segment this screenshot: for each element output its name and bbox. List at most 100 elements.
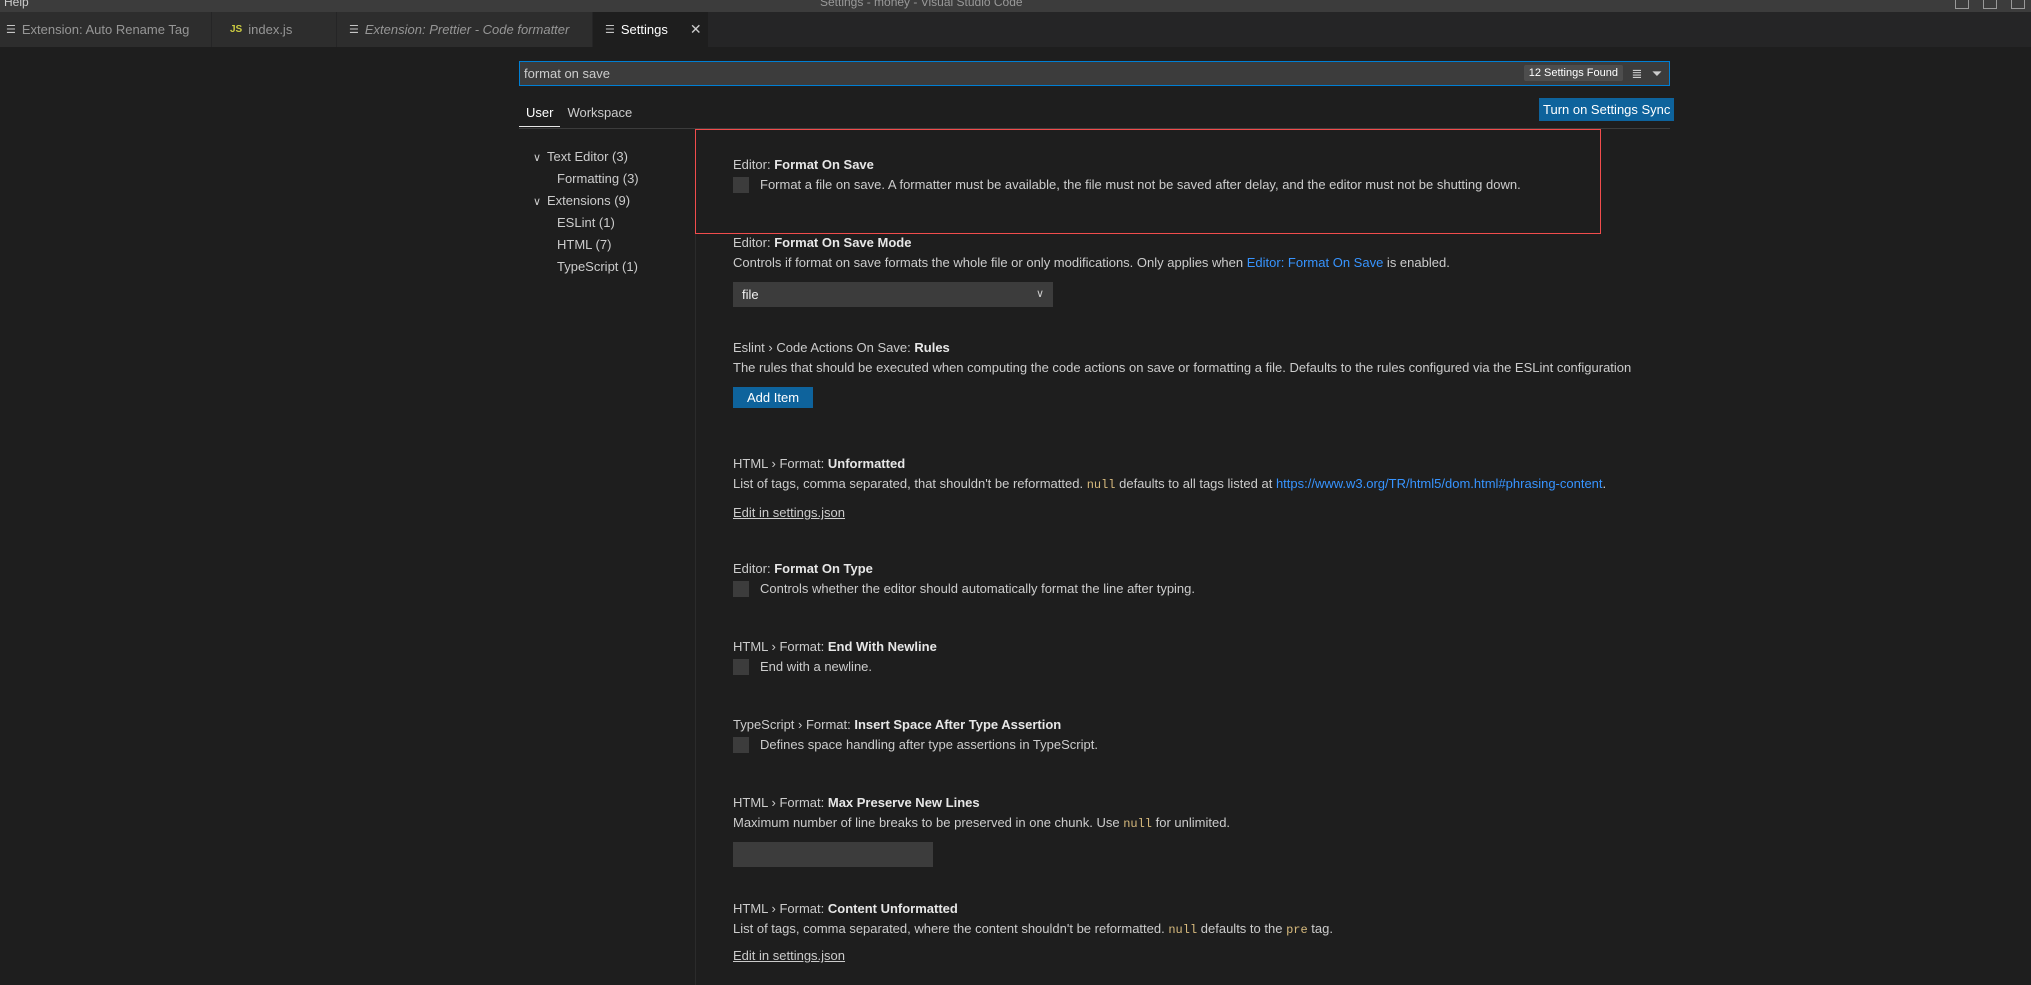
layout-panel-icon[interactable]: [1983, 0, 1997, 9]
setting-name: Max Preserve New Lines: [827, 795, 980, 810]
turn-on-settings-sync-button[interactable]: Turn on Settings Sync: [1539, 98, 1675, 121]
code-snippet: null: [1123, 817, 1153, 831]
setting-category: Editor:: [733, 561, 775, 576]
setting-description: Maximum number of line breaks to be pres…: [733, 813, 1683, 833]
setting-description: End with a newline.: [760, 659, 873, 674]
menu-help[interactable]: Help: [4, 0, 29, 9]
title-bar: Help Settings - money - Visual Studio Co…: [0, 0, 2031, 12]
setting-category: Eslint › Code Actions On Save:: [733, 340, 915, 355]
extension-preview-icon: ☰: [349, 24, 359, 36]
layout-split-icon[interactable]: [2011, 0, 2025, 9]
results-count-badge: 12 Settings Found: [1523, 65, 1623, 81]
close-icon[interactable]: ✕: [690, 21, 702, 38]
setting-name: Format On Save: [774, 157, 874, 172]
setting-title: HTML › Format: Content Unformatted: [733, 899, 1683, 919]
code-snippet: null: [1168, 923, 1198, 937]
setting-category: HTML › Format:: [733, 639, 828, 654]
code-snippet: null: [1086, 478, 1116, 492]
setting-typescript-insert-space-after-type-assertion: TypeScript › Format: Insert Space After …: [733, 715, 1683, 755]
toc-label: Extensions (9): [547, 193, 631, 208]
setting-title: Editor: Format On Save Mode: [733, 233, 1683, 253]
setting-name: Content Unformatted: [827, 901, 958, 916]
extension-preview-icon: ☰: [6, 24, 16, 36]
tab-prettier[interactable]: ☰ Extension: Prettier - Code formatter: [337, 12, 593, 47]
setting-title: HTML › Format: Max Preserve New Lines: [733, 793, 1683, 813]
tab-settings[interactable]: ☰ Settings ✕: [593, 12, 709, 47]
settings-scope-tabs: User Workspace: [519, 100, 639, 127]
clear-filter-icon[interactable]: ≣: [1629, 66, 1645, 82]
setting-name: Format On Type: [774, 561, 873, 576]
setting-link[interactable]: https://www.w3.org/TR/html5/dom.html#phr…: [1276, 476, 1603, 491]
tab-user[interactable]: User: [519, 100, 561, 127]
settings-preview-icon: ☰: [605, 24, 615, 36]
insert-space-after-type-assertion-checkbox[interactable]: [733, 737, 749, 753]
settings-search-input[interactable]: [524, 62, 1224, 85]
tab-auto-rename-tag[interactable]: ☰ Extension: Auto Rename Tag: [0, 12, 212, 47]
setting-description: Defines space handling after type assert…: [760, 737, 1098, 752]
setting-category: HTML › Format:: [733, 901, 828, 916]
edit-in-settings-json-link[interactable]: Edit in settings.json: [733, 948, 845, 963]
edit-in-settings-json-link[interactable]: Edit in settings.json: [733, 505, 845, 520]
toc-label: TypeScript (1): [557, 259, 638, 274]
setting-name: Unformatted: [827, 456, 906, 471]
setting-name: Insert Space After Type Assertion: [854, 717, 1062, 732]
editor-tab-bar: ☰ Extension: Auto Rename Tag JS index.js…: [0, 12, 2031, 47]
setting-title: Eslint › Code Actions On Save: Rules: [733, 338, 1683, 358]
window-title: Settings - money - Visual Studio Code: [820, 0, 1023, 9]
layout-icon[interactable]: [1955, 0, 1969, 9]
desc-text: List of tags, comma separated, that shou…: [733, 476, 1087, 491]
setting-title: HTML › Format: End With Newline: [733, 637, 1683, 657]
format-on-save-checkbox[interactable]: [733, 177, 749, 193]
setting-html-content-unformatted: HTML › Format: Content Unformatted List …: [733, 899, 1683, 963]
setting-name: Rules: [914, 340, 950, 355]
toc-item-eslint[interactable]: ESLint (1): [519, 212, 689, 234]
chevron-down-icon: ∨: [533, 152, 542, 164]
setting-editor-format-on-save: Editor: Format On Save Format a file on …: [733, 155, 1683, 195]
setting-description: Controls if format on save formats the w…: [733, 253, 1683, 273]
toc-item-html[interactable]: HTML (7): [519, 234, 689, 256]
toc-item-text-editor[interactable]: ∨ Text Editor (3): [519, 146, 689, 168]
desc-text: defaults to all tags listed at: [1115, 476, 1276, 491]
setting-html-format-unformatted: HTML › Format: Unformatted List of tags,…: [733, 454, 1683, 520]
toc-divider: [695, 130, 696, 985]
tab-label: Settings: [620, 22, 668, 37]
desc-text: is enabled.: [1383, 255, 1450, 270]
setting-category: TypeScript › Format:: [733, 717, 855, 732]
desc-text: .: [1602, 476, 1607, 491]
js-file-icon: JS: [230, 24, 243, 35]
setting-name: Format On Save Mode: [774, 235, 912, 250]
settings-search-box: 12 Settings Found ≣ ⏷: [519, 61, 1670, 86]
toc-label: Formatting (3): [557, 171, 639, 186]
setting-description: Format a file on save. A formatter must …: [760, 177, 1521, 192]
toc-label: ESLint (1): [557, 215, 615, 230]
desc-text: Maximum number of line breaks to be pres…: [733, 815, 1124, 830]
settings-toc: ∨ Text Editor (3) Formatting (3) ∨ Extensi…: [519, 146, 689, 278]
setting-html-max-preserve-new-lines: HTML › Format: Max Preserve New Lines Ma…: [733, 793, 1683, 867]
tab-index-js[interactable]: JS index.js: [212, 12, 337, 47]
max-preserve-new-lines-input[interactable]: [733, 842, 933, 867]
toc-item-typescript[interactable]: TypeScript (1): [519, 256, 689, 278]
tab-workspace[interactable]: Workspace: [560, 100, 639, 127]
add-item-button[interactable]: Add Item: [733, 387, 814, 408]
tab-label: Extension: Prettier - Code formatter: [364, 22, 570, 37]
setting-title: HTML › Format: Unformatted: [733, 454, 1683, 474]
setting-description: List of tags, comma separated, where the…: [733, 919, 1683, 939]
toc-item-extensions[interactable]: ∨ Extensions (9): [519, 190, 689, 212]
setting-link[interactable]: Editor: Format On Save: [1247, 255, 1384, 270]
end-with-newline-checkbox[interactable]: [733, 659, 749, 675]
setting-description: Controls whether the editor should autom…: [760, 581, 1196, 596]
setting-eslint-code-actions-rules: Eslint › Code Actions On Save: Rules The…: [733, 338, 1683, 408]
desc-text: for unlimited.: [1152, 815, 1231, 830]
setting-html-end-with-newline: HTML › Format: End With Newline End with…: [733, 637, 1683, 677]
window-controls: [1955, 0, 2025, 9]
toc-item-formatting[interactable]: Formatting (3): [519, 168, 689, 190]
setting-title: Editor: Format On Save: [733, 155, 1683, 175]
toc-label: Text Editor (3): [547, 149, 628, 164]
format-on-save-mode-select[interactable]: file ∨: [733, 282, 1053, 307]
filter-icon[interactable]: ⏷: [1649, 66, 1665, 82]
desc-text: tag.: [1307, 921, 1333, 936]
toc-label: HTML (7): [557, 237, 612, 252]
format-on-type-checkbox[interactable]: [733, 581, 749, 597]
setting-name: End With Newline: [827, 639, 937, 654]
setting-description: The rules that should be executed when c…: [733, 360, 1632, 375]
